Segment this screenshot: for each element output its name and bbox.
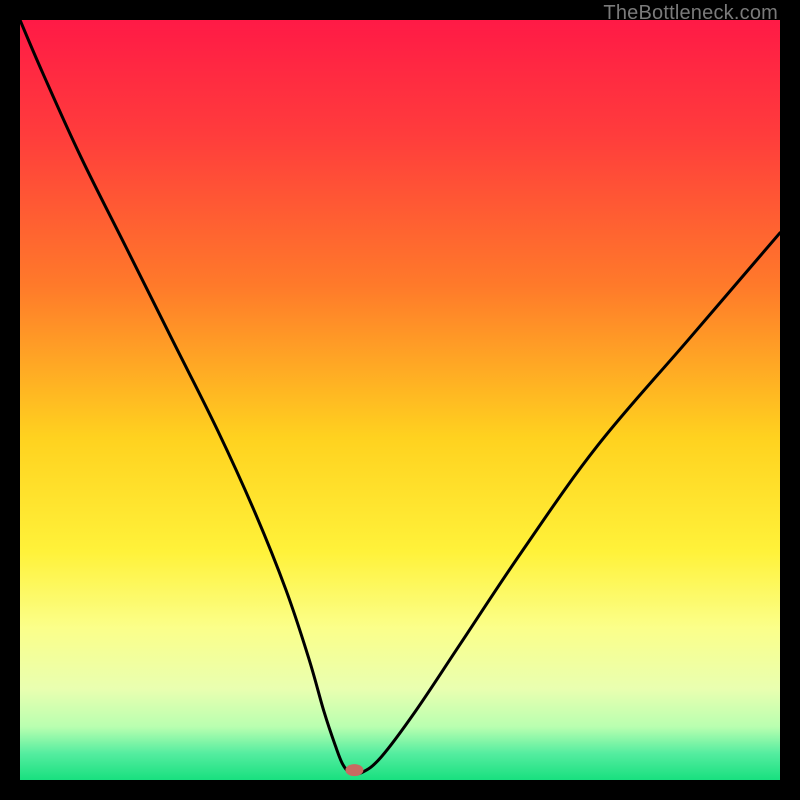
plot-area <box>20 20 780 780</box>
watermark-text: TheBottleneck.com <box>603 2 778 25</box>
chart-frame: TheBottleneck.com <box>0 0 800 800</box>
optimal-marker <box>345 764 363 776</box>
plot-svg <box>20 20 780 780</box>
gradient-background <box>20 20 780 780</box>
